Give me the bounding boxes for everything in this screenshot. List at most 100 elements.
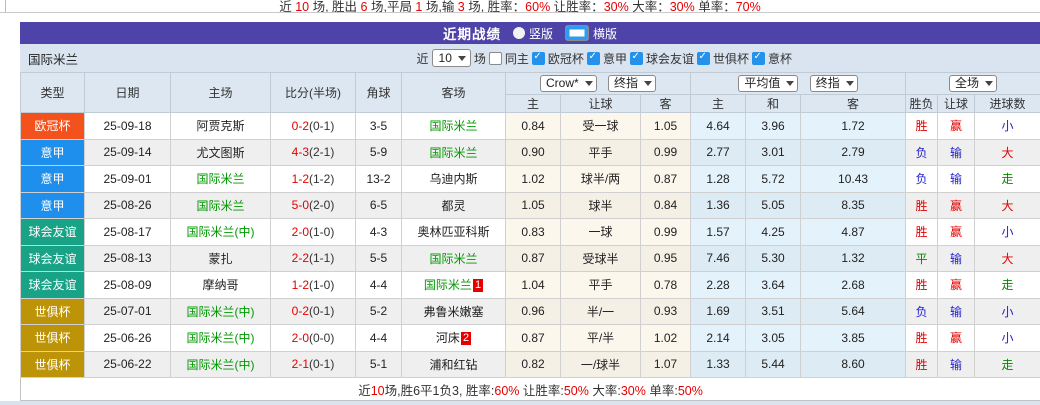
summary-segment: 50% [678, 384, 703, 398]
summary-segment: 单率： [695, 0, 736, 13]
eu-draw-odds: 5.72 [746, 166, 801, 193]
col-score: 比分(半场) [271, 73, 356, 113]
handicap-time-select[interactable]: 终指 [608, 75, 656, 92]
summary-segment: 60% [494, 384, 519, 398]
header-group-row: 类型 日期 主场 比分(半场) 角球 客场 Crow* 终指 平均值 终指 全场 [21, 73, 1040, 95]
team-name: 弗鲁米嫩塞 [423, 305, 483, 319]
result-wdl: 负 [906, 139, 938, 166]
league-checkbox-cwc[interactable] [697, 52, 710, 65]
home-team: 阿贾克斯 [171, 113, 271, 140]
eu-away-odds: 8.60 [801, 351, 906, 378]
section-titlebar: 近期战绩 竖版 横版 [20, 22, 1040, 44]
left-border-divider [5, 0, 6, 13]
league-checkbox-friendly[interactable] [630, 52, 643, 65]
league-checkbox-ucl[interactable] [532, 52, 545, 65]
team-name: 阿贾克斯 [196, 119, 244, 133]
home-team: 摩纳哥 [171, 272, 271, 299]
eu-draw-odds: 5.30 [746, 245, 801, 272]
summary-segment: 场,输 [422, 0, 457, 13]
ah-away-odds: 0.84 [641, 192, 691, 219]
chevron-down-icon [786, 81, 794, 86]
results-table: 类型 日期 主场 比分(半场) 角球 客场 Crow* 终指 平均值 终指 全场 [20, 72, 1040, 401]
handicap-group-header: Crow* 终指 [506, 73, 691, 95]
handicap-company-select[interactable]: Crow* [540, 75, 597, 92]
team-summary-topline: 近 10 场, 胜出 6 场,平局 1 场,输 3 场, 胜率：60% 让胜率：… [0, 0, 1040, 13]
eu-away-odds: 2.68 [801, 272, 906, 299]
league-badge: 世俱杯 [21, 298, 85, 325]
eu-home-odds: 2.14 [691, 325, 746, 352]
summary-segment: 近 [358, 384, 371, 398]
fulltime-score: 2-1 [292, 357, 309, 371]
chevron-down-icon [458, 56, 466, 61]
same-home-label: 同主 [505, 50, 529, 67]
results-tbody: 欧冠杯25-09-18阿贾克斯0-2(0-1)3-5国际米兰0.84受一球1.0… [21, 113, 1040, 378]
match-date: 25-08-09 [85, 272, 171, 299]
table-row: 球会友谊25-08-13蒙扎2-2(1-1)5-5国际米兰0.87受球半0.95… [21, 245, 1040, 272]
away-team: 国际米兰 [402, 139, 506, 166]
match-date: 25-09-18 [85, 113, 171, 140]
league-label-friendly: 球会友谊 [646, 50, 694, 67]
radio-unselected-icon[interactable] [513, 27, 525, 39]
eu-draw-odds: 3.51 [746, 298, 801, 325]
team-name: 国际米兰 [429, 146, 477, 160]
away-team: 弗鲁米嫩塞 [402, 298, 506, 325]
league-label-cwc: 世俱杯 [713, 50, 749, 67]
period-select[interactable]: 全场 [949, 75, 997, 92]
league-badge: 意甲 [21, 166, 85, 193]
radio-selected-icon[interactable] [565, 25, 589, 41]
ah-home-odds: 0.87 [506, 325, 561, 352]
col-home: 主场 [171, 73, 271, 113]
summary-segment: 让胜率: [519, 384, 563, 398]
league-badge: 球会友谊 [21, 245, 85, 272]
eu-home-odds: 4.64 [691, 113, 746, 140]
europe-company-select[interactable]: 平均值 [738, 75, 798, 92]
result-handicap: 赢 [938, 325, 975, 352]
summary-text: 近 10 场, 胜出 6 场,平局 1 场,输 3 场, 胜率：60% 让胜率：… [0, 0, 1040, 13]
ah-home-odds: 1.04 [506, 272, 561, 299]
summary-segment: 场, 胜率： [465, 0, 525, 13]
result-goals: 大 [975, 192, 1040, 219]
result-handicap: 赢 [938, 219, 975, 246]
same-home-checkbox[interactable] [489, 52, 502, 65]
europe-time-select[interactable]: 终指 [810, 75, 858, 92]
table-row: 意甲25-08-26国际米兰5-0(2-0)6-5都灵1.05球半0.841.3… [21, 192, 1040, 219]
summary-segment: 70% [736, 0, 761, 13]
team-name: 奥林匹亚科斯 [417, 225, 489, 239]
ah-away-odds: 1.05 [641, 113, 691, 140]
fulltime-score: 5-0 [292, 198, 309, 212]
team-name: 国际米兰 [424, 278, 472, 292]
league-badge: 意甲 [21, 192, 85, 219]
score-cell: 0-2(0-1) [271, 113, 356, 140]
score-cell: 0-2(0-1) [271, 298, 356, 325]
halftime-score: (1-1) [309, 251, 334, 265]
ah-line: 受一球 [561, 113, 641, 140]
ah-home-odds: 0.90 [506, 139, 561, 166]
league-badge: 世俱杯 [21, 351, 85, 378]
home-team: 国际米兰(中) [171, 298, 271, 325]
result-goals: 大 [975, 245, 1040, 272]
summary-segment: 10 [295, 0, 309, 13]
halftime-score: (2-0) [309, 198, 334, 212]
halftime-score: (0-1) [309, 304, 334, 318]
halftime-score: (1-0) [309, 225, 334, 239]
summary-segment: 30% [604, 0, 629, 13]
match-date: 25-08-13 [85, 245, 171, 272]
radio-vertical-layout[interactable]: 竖版 [513, 25, 553, 42]
match-date: 25-08-17 [85, 219, 171, 246]
chevron-down-icon [644, 81, 652, 86]
result-handicap: 赢 [938, 113, 975, 140]
eu-draw-odds: 3.64 [746, 272, 801, 299]
radio-horizontal-label: 横版 [593, 25, 617, 42]
score-cell: 5-0(2-0) [271, 192, 356, 219]
summary-segment: 大率: [589, 384, 621, 398]
eu-away-odds: 4.87 [801, 219, 906, 246]
league-label-ucl: 欧冠杯 [548, 50, 584, 67]
radio-horizontal-layout[interactable]: 横版 [565, 25, 617, 42]
match-count-select[interactable]: 10 [432, 49, 471, 67]
team-name: 国际米兰 [196, 172, 244, 186]
league-checkbox-coppa[interactable] [752, 52, 765, 65]
summary-segment: 50% [564, 384, 589, 398]
red-card-badge: 1 [473, 279, 483, 292]
league-checkbox-seriea[interactable] [587, 52, 600, 65]
home-team: 国际米兰 [171, 166, 271, 193]
